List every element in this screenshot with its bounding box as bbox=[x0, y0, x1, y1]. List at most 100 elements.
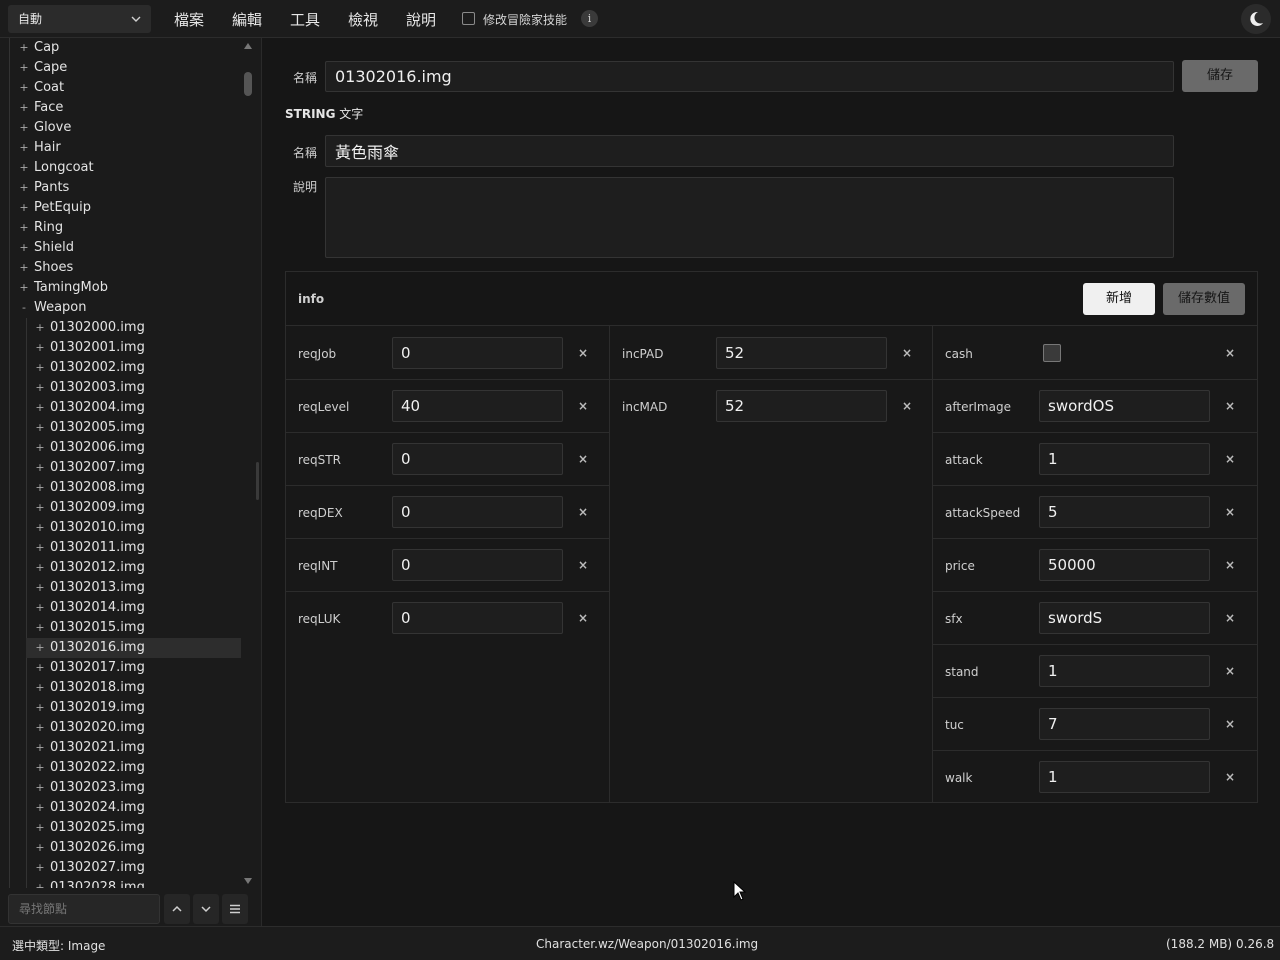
tree-item[interactable]: + TamingMob bbox=[0, 278, 241, 298]
next-match-button[interactable] bbox=[193, 894, 219, 924]
property-value-input[interactable]: 0 bbox=[392, 337, 563, 369]
tree-item[interactable]: +01302003.img bbox=[0, 378, 241, 398]
expand-icon[interactable]: + bbox=[34, 698, 46, 718]
property-value-input[interactable]: 7 bbox=[1039, 708, 1210, 740]
tree-item[interactable]: + Cap bbox=[0, 38, 241, 58]
expand-icon[interactable]: + bbox=[34, 418, 46, 438]
expand-icon[interactable]: + bbox=[34, 478, 46, 498]
expand-icon[interactable]: + bbox=[34, 358, 46, 378]
tree-item[interactable]: +01302021.img bbox=[0, 738, 241, 758]
tree-item[interactable]: +01302022.img bbox=[0, 758, 241, 778]
expand-icon[interactable]: + bbox=[34, 538, 46, 558]
description-field[interactable] bbox=[325, 177, 1174, 258]
expand-icon[interactable]: + bbox=[34, 878, 46, 888]
node-search-input[interactable] bbox=[8, 894, 160, 924]
expand-icon[interactable]: + bbox=[18, 178, 30, 198]
expand-icon[interactable]: + bbox=[18, 98, 30, 118]
expand-icon[interactable]: + bbox=[34, 498, 46, 518]
remove-property-icon[interactable]: × bbox=[1225, 558, 1235, 572]
tree-item[interactable]: +01302017.img bbox=[0, 658, 241, 678]
property-value-input[interactable]: 40 bbox=[392, 390, 563, 422]
theme-toggle-button[interactable] bbox=[1241, 4, 1271, 34]
tree-item[interactable]: +01302012.img bbox=[0, 558, 241, 578]
expand-icon[interactable]: + bbox=[34, 618, 46, 638]
modify-skill-label[interactable]: 修改冒險家技能 bbox=[483, 11, 567, 28]
tree-item[interactable]: + Shield bbox=[0, 238, 241, 258]
remove-property-icon[interactable]: × bbox=[1225, 399, 1235, 413]
expand-icon[interactable]: + bbox=[18, 38, 30, 58]
remove-property-icon[interactable]: × bbox=[1225, 770, 1235, 784]
expand-icon[interactable]: + bbox=[34, 638, 46, 658]
property-value-input[interactable]: 0 bbox=[392, 602, 563, 634]
tree-item[interactable]: +01302004.img bbox=[0, 398, 241, 418]
tree-item[interactable]: +01302013.img bbox=[0, 578, 241, 598]
tree-item[interactable]: +01302023.img bbox=[0, 778, 241, 798]
tree-item[interactable]: +01302014.img bbox=[0, 598, 241, 618]
expand-icon[interactable]: + bbox=[34, 778, 46, 798]
tree-item[interactable]: +01302001.img bbox=[0, 338, 241, 358]
tree-item[interactable]: + Shoes bbox=[0, 258, 241, 278]
property-value-input[interactable]: 1 bbox=[1039, 761, 1210, 793]
expand-icon[interactable]: + bbox=[18, 278, 30, 298]
tree-item[interactable]: +01302008.img bbox=[0, 478, 241, 498]
expand-icon[interactable]: + bbox=[18, 258, 30, 278]
menu-view[interactable]: 檢視 bbox=[348, 9, 378, 30]
menu-tools[interactable]: 工具 bbox=[290, 9, 320, 30]
remove-property-icon[interactable]: × bbox=[578, 505, 588, 519]
tree-item[interactable]: +01302015.img bbox=[0, 618, 241, 638]
tree-item[interactable]: +01302005.img bbox=[0, 418, 241, 438]
property-value-input[interactable]: 0 bbox=[392, 443, 563, 475]
string-name-field[interactable] bbox=[325, 135, 1174, 167]
property-value-input[interactable]: 1 bbox=[1039, 443, 1210, 475]
tree-item[interactable]: +01302020.img bbox=[0, 718, 241, 738]
scroll-up-arrow-icon[interactable] bbox=[244, 43, 252, 49]
expand-icon[interactable]: + bbox=[18, 138, 30, 158]
remove-property-icon[interactable]: × bbox=[902, 399, 912, 413]
tree-item[interactable]: +01302016.img bbox=[26, 638, 241, 658]
tree-item[interactable]: +01302018.img bbox=[0, 678, 241, 698]
tree-item[interactable]: +01302019.img bbox=[0, 698, 241, 718]
remove-property-icon[interactable]: × bbox=[578, 346, 588, 360]
expand-icon[interactable]: + bbox=[34, 658, 46, 678]
tree-item[interactable]: +01302002.img bbox=[0, 358, 241, 378]
property-value-input[interactable]: 52 bbox=[716, 390, 887, 422]
expand-icon[interactable]: + bbox=[34, 718, 46, 738]
sidebar-resize-handle[interactable] bbox=[256, 462, 259, 500]
expand-icon[interactable]: + bbox=[18, 218, 30, 238]
expand-icon[interactable]: + bbox=[18, 198, 30, 218]
info-icon[interactable]: i bbox=[581, 10, 598, 27]
tree-item[interactable]: +01302024.img bbox=[0, 798, 241, 818]
remove-property-icon[interactable]: × bbox=[1225, 505, 1235, 519]
remove-property-icon[interactable]: × bbox=[1225, 611, 1235, 625]
add-property-button[interactable]: 新增 bbox=[1083, 283, 1155, 315]
tree-item[interactable]: +01302011.img bbox=[0, 538, 241, 558]
name-field[interactable] bbox=[325, 61, 1174, 92]
remove-property-icon[interactable]: × bbox=[1225, 452, 1235, 466]
tree-item[interactable]: +01302025.img bbox=[0, 818, 241, 838]
save-button[interactable]: 儲存 bbox=[1182, 60, 1258, 92]
expand-icon[interactable]: + bbox=[34, 458, 46, 478]
remove-property-icon[interactable]: × bbox=[1225, 717, 1235, 731]
prev-match-button[interactable] bbox=[164, 894, 190, 924]
tree-item[interactable]: + Glove bbox=[0, 118, 241, 138]
node-tree[interactable]: + Cap + Cape + Coat + Face + Glove + Hair + Longcoat +… bbox=[0, 38, 241, 888]
property-value-input[interactable]: 0 bbox=[392, 549, 563, 581]
tree-item[interactable]: +01302000.img bbox=[0, 318, 241, 338]
tree-item[interactable]: + Cape bbox=[0, 58, 241, 78]
remove-property-icon[interactable]: × bbox=[578, 558, 588, 572]
expand-icon[interactable]: + bbox=[34, 818, 46, 838]
remove-property-icon[interactable]: × bbox=[578, 611, 588, 625]
expand-icon[interactable]: + bbox=[18, 78, 30, 98]
tree-scrollbar[interactable] bbox=[241, 38, 255, 888]
menu-file[interactable]: 檔案 bbox=[174, 9, 204, 30]
tree-item[interactable]: +01302009.img bbox=[0, 498, 241, 518]
expand-icon[interactable]: + bbox=[34, 318, 46, 338]
expand-icon[interactable]: + bbox=[18, 118, 30, 138]
menu-help[interactable]: 說明 bbox=[406, 9, 436, 30]
expand-icon[interactable]: + bbox=[34, 558, 46, 578]
collapse-icon[interactable]: - bbox=[18, 298, 30, 318]
expand-icon[interactable]: + bbox=[34, 378, 46, 398]
expand-icon[interactable]: + bbox=[34, 598, 46, 618]
expand-icon[interactable]: + bbox=[34, 518, 46, 538]
tree-item[interactable]: + Ring bbox=[0, 218, 241, 238]
